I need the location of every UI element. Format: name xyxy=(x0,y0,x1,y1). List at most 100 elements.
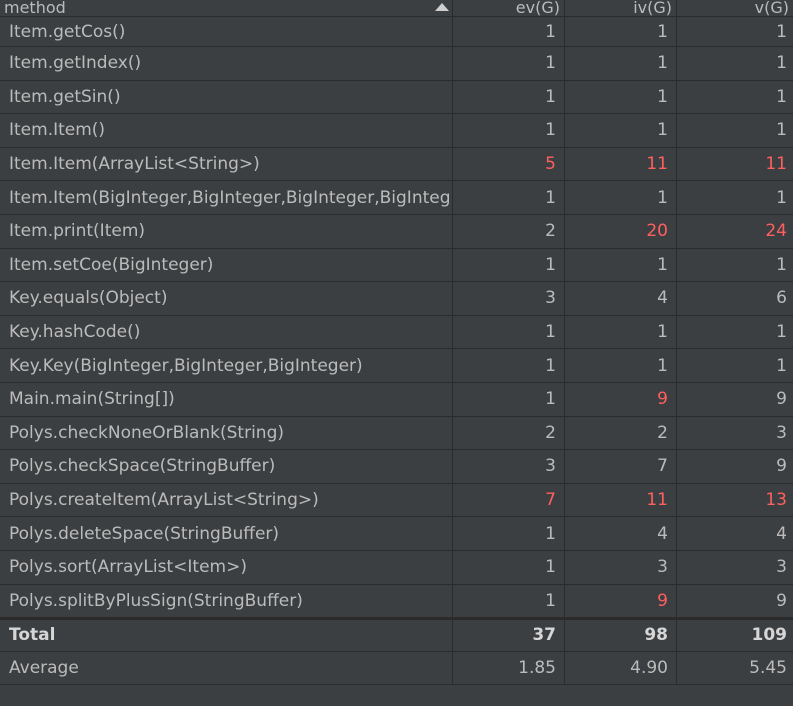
v-cell-value: 11 xyxy=(765,154,787,175)
method-cell-value: Main.main(String[]) xyxy=(9,389,175,410)
table-row[interactable]: Polys.createItem(ArrayList<String>) 7 11 13 xyxy=(0,483,793,518)
table-row[interactable]: Polys.splitByPlusSign(StringBuffer) 1 9 9 xyxy=(0,584,793,619)
table-row[interactable]: Polys.sort(ArrayList<Item>) 1 3 3 xyxy=(0,550,793,585)
ev-cell-value: 5 xyxy=(545,154,556,175)
average-row-iv-cell-value: 4.90 xyxy=(630,657,668,678)
v-cell-value: 1 xyxy=(776,86,787,107)
method-cell-value: Item.getCos() xyxy=(9,21,126,42)
column-header-iv-label: iv(G) xyxy=(633,0,672,16)
average-row: Average 1.85 4.90 5.45 xyxy=(0,651,793,686)
average-row-ev-cell: 1.85 xyxy=(453,651,565,685)
method-cell: Polys.splitByPlusSign(StringBuffer) xyxy=(0,584,453,618)
ev-cell-value: 1 xyxy=(545,389,556,410)
ev-cell-value: 1 xyxy=(545,21,556,42)
iv-cell: 7 xyxy=(565,450,677,483)
v-cell: 24 xyxy=(677,215,793,248)
v-cell: 1 xyxy=(677,17,793,46)
table-row[interactable]: Main.main(String[]) 1 9 9 xyxy=(0,382,793,417)
method-cell: Item.Item() xyxy=(0,114,453,147)
ev-cell: 1 xyxy=(453,47,565,80)
ev-cell-value: 2 xyxy=(545,221,556,242)
ev-cell-value: 1 xyxy=(545,557,556,578)
iv-cell-value: 1 xyxy=(657,355,668,376)
method-cell: Polys.checkNoneOrBlank(String) xyxy=(0,416,453,450)
v-cell-value: 3 xyxy=(776,422,787,443)
total-row-ev-cell-value: 37 xyxy=(532,625,556,646)
method-cell: Item.print(Item) xyxy=(0,214,453,248)
total-row-v-cell: 109 xyxy=(677,620,793,651)
table-row[interactable]: Polys.checkNoneOrBlank(String) 2 2 3 xyxy=(0,416,793,451)
ev-cell: 1 xyxy=(453,517,565,550)
ev-cell-value: 7 xyxy=(545,490,556,511)
iv-cell-value: 1 xyxy=(657,322,668,343)
method-cell: Key.Key(BigInteger,BigInteger,BigInteger… xyxy=(0,349,453,382)
table-row[interactable]: Key.hashCode() 1 1 1 xyxy=(0,315,793,350)
iv-cell-value: 4 xyxy=(657,523,668,544)
iv-cell: 4 xyxy=(565,517,677,550)
table-row[interactable]: Key.Key(BigInteger,BigInteger,BigInteger… xyxy=(0,349,793,383)
table-row[interactable]: Item.print(Item) 2 20 24 xyxy=(0,214,793,249)
ev-cell-value: 1 xyxy=(545,322,556,343)
iv-cell-value: 2 xyxy=(657,422,668,443)
method-cell: Item.Item(BigInteger,BigInteger,BigInteg… xyxy=(0,181,453,214)
method-cell-value: Item.Item(ArrayList<String>) xyxy=(9,154,260,175)
v-cell: 9 xyxy=(677,383,793,416)
v-cell-value: 24 xyxy=(765,221,787,242)
iv-cell-value: 1 xyxy=(657,53,668,74)
sort-ascending-icon[interactable] xyxy=(435,3,449,11)
iv-cell: 1 xyxy=(565,17,677,46)
table-row[interactable]: Polys.deleteSpace(StringBuffer) 1 4 4 xyxy=(0,517,793,551)
method-cell: Main.main(String[]) xyxy=(0,382,453,416)
method-cell-value: Item.setCoe(BigInteger) xyxy=(9,254,214,275)
iv-cell-value: 1 xyxy=(657,86,668,107)
table-row[interactable]: Item.getSin() 1 1 1 xyxy=(0,80,793,115)
iv-cell-value: 1 xyxy=(657,254,668,275)
iv-cell-value: 1 xyxy=(657,187,668,208)
iv-cell: 1 xyxy=(565,315,677,349)
ev-cell: 1 xyxy=(453,315,565,349)
iv-cell-value: 4 xyxy=(657,288,668,309)
total-row-label-cell: Total xyxy=(0,620,453,651)
average-row-v-cell: 5.45 xyxy=(677,652,793,685)
table-row[interactable]: Item.Item(BigInteger,BigInteger,BigInteg… xyxy=(0,181,793,215)
table-header: method ev(G) iv(G) v(G) xyxy=(0,0,793,17)
iv-cell-value: 7 xyxy=(657,456,668,477)
ev-cell: 5 xyxy=(453,147,565,181)
table-row[interactable]: Item.Item(ArrayList<String>) 5 11 11 xyxy=(0,147,793,182)
iv-cell-value: 1 xyxy=(657,120,668,141)
method-cell-value: Polys.splitByPlusSign(StringBuffer) xyxy=(9,590,303,611)
method-cell-value: Key.hashCode() xyxy=(9,322,141,343)
method-cell: Item.getIndex() xyxy=(0,47,453,80)
table-row[interactable]: Key.equals(Object) 3 4 6 xyxy=(0,282,793,316)
iv-cell: 20 xyxy=(565,214,677,248)
v-cell-value: 9 xyxy=(776,389,787,410)
table-row[interactable]: Item.getCos() 1 1 1 xyxy=(0,17,793,47)
total-row: Total 37 98 109 xyxy=(0,618,793,652)
ev-cell: 1 xyxy=(453,349,565,382)
column-header-ev[interactable]: ev(G) xyxy=(453,0,565,16)
table-row[interactable]: Polys.checkSpace(StringBuffer) 3 7 9 xyxy=(0,450,793,484)
table-row[interactable]: Item.setCoe(BigInteger) 1 1 1 xyxy=(0,248,793,283)
method-cell-value: Item.Item(BigInteger,BigInteger,BigInteg… xyxy=(9,187,451,208)
iv-cell: 4 xyxy=(565,282,677,315)
column-header-iv[interactable]: iv(G) xyxy=(565,0,677,16)
v-cell-value: 3 xyxy=(776,557,787,578)
v-cell: 1 xyxy=(677,249,793,282)
method-cell: Item.setCoe(BigInteger) xyxy=(0,248,453,282)
column-header-method[interactable]: method xyxy=(0,0,453,16)
iv-cell-value: 11 xyxy=(646,154,668,175)
v-cell: 1 xyxy=(677,316,793,349)
table-row[interactable]: Item.Item() 1 1 1 xyxy=(0,114,793,148)
table-row[interactable]: Item.getIndex() 1 1 1 xyxy=(0,47,793,81)
column-header-v[interactable]: v(G) xyxy=(677,0,793,16)
method-cell: Item.getSin() xyxy=(0,80,453,114)
average-row-iv-cell: 4.90 xyxy=(565,651,677,685)
ev-cell: 1 xyxy=(453,114,565,147)
v-cell: 1 xyxy=(677,349,793,382)
iv-cell: 11 xyxy=(565,483,677,517)
ev-cell: 2 xyxy=(453,214,565,248)
iv-cell: 1 xyxy=(565,47,677,80)
method-cell-value: Item.print(Item) xyxy=(9,221,146,242)
v-cell: 1 xyxy=(677,181,793,214)
iv-cell-value: 9 xyxy=(657,389,668,410)
